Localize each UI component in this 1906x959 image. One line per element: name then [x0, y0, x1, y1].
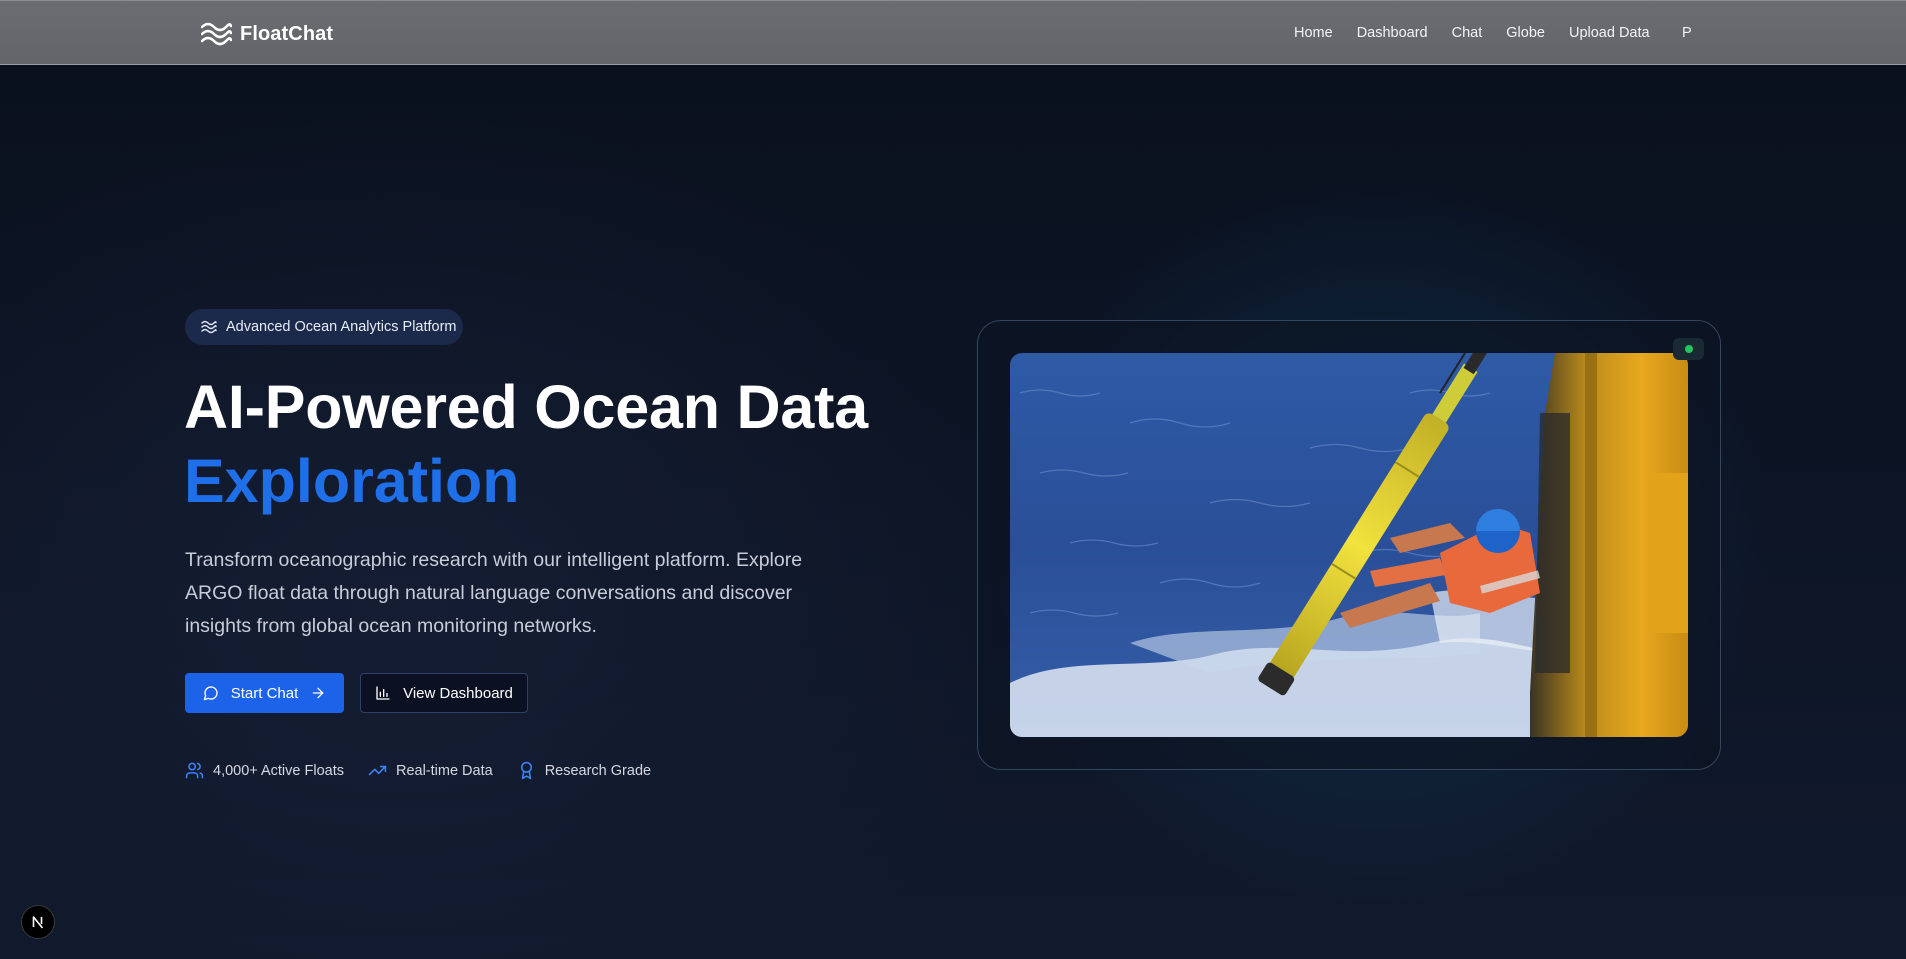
bar-chart-icon [376, 686, 390, 700]
waves-icon [201, 22, 232, 46]
nav-link-globe[interactable]: Globe [1506, 25, 1545, 41]
stat-active-floats: 4,000+ Active Floats [185, 761, 344, 780]
users-icon [185, 762, 204, 779]
arrow-right-icon [312, 687, 324, 699]
argo-float-deployment-image [1010, 353, 1688, 737]
stat-real-time: Real-time Data [368, 761, 493, 780]
trending-up-icon [368, 765, 387, 776]
hero-description: Transform oceanographic research with ou… [185, 549, 803, 637]
waves-icon [201, 320, 217, 334]
nav-link-chat[interactable]: Chat [1452, 25, 1483, 41]
brand-logo[interactable]: FloatChat [201, 21, 333, 47]
hero-title-accent: Exploration [184, 447, 520, 515]
live-status-indicator [1673, 338, 1704, 360]
stats-row: 4,000+ Active Floats Real-time Data Rese… [185, 761, 651, 780]
nav-link-dashboard[interactable]: Dashboard [1357, 25, 1428, 41]
view-dashboard-label: View Dashboard [403, 684, 513, 702]
nav-link-upload-data[interactable]: Upload Data [1569, 25, 1650, 41]
brand-name: FloatChat [240, 22, 334, 45]
platform-badge: Advanced Ocean Analytics Platform [185, 309, 463, 345]
hero-title: AI-Powered Ocean Data [184, 373, 868, 441]
stat-research-grade: Research Grade [517, 761, 651, 780]
view-dashboard-button[interactable]: View Dashboard [360, 673, 528, 713]
start-chat-button[interactable]: Start Chat [185, 673, 344, 713]
user-menu[interactable]: P [1682, 25, 1692, 41]
nav-link-home[interactable]: Home [1294, 25, 1333, 41]
stat-label: Real-time Data [395, 762, 493, 779]
award-icon [520, 761, 532, 780]
stat-label: Research Grade [544, 762, 652, 779]
message-circle-icon [203, 686, 218, 701]
status-dot [1684, 345, 1693, 353]
nextjs-logo-icon [32, 916, 44, 929]
nav-links: Home Dashboard Chat Globe Upload Data [1294, 25, 1650, 41]
start-chat-label: Start Chat [230, 684, 299, 702]
nextjs-dev-badge[interactable] [21, 905, 55, 939]
badge-label: Advanced Ocean Analytics Platform [226, 319, 457, 335]
stat-label: 4,000+ Active Floats [213, 762, 344, 779]
top-nav: FloatChat Home Dashboard Chat Globe Uplo… [0, 0, 1906, 65]
